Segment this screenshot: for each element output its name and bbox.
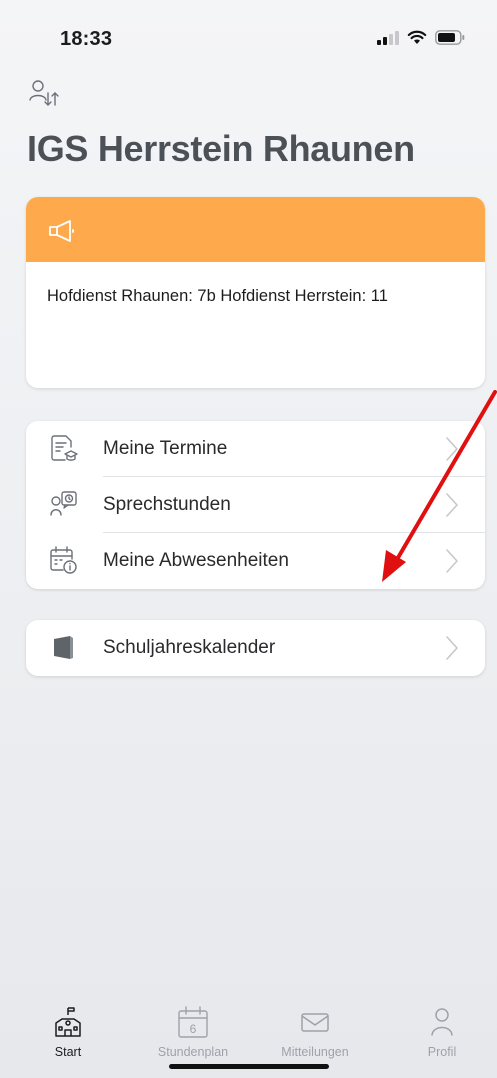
menu-group-calendar: Schuljahreskalender xyxy=(26,620,485,676)
megaphone-icon xyxy=(49,220,74,242)
battery-icon xyxy=(435,30,465,45)
menu-item-label: Meine Abwesenheiten xyxy=(103,550,289,571)
page-title: IGS Herrstein Rhaunen xyxy=(27,128,415,169)
home-indicator xyxy=(169,1064,329,1069)
tab-label: Stundenplan xyxy=(157,1045,229,1059)
menu-item-label: Meine Termine xyxy=(103,438,228,459)
calendar-day-icon: 6 xyxy=(178,1006,208,1038)
tab-label: Profil xyxy=(427,1045,457,1059)
switch-account-icon[interactable] xyxy=(28,78,64,114)
announcement-card[interactable]: Hofdienst Rhaunen: 7b Hofdienst Herrstei… xyxy=(26,197,485,388)
consultation-icon xyxy=(50,491,77,516)
tab-stundenplan[interactable]: 6 Stundenplan xyxy=(133,1005,253,1059)
status-time: 18:33 xyxy=(60,28,113,50)
calendar-info-icon xyxy=(50,546,77,574)
school-icon xyxy=(55,1007,81,1037)
chevron-right-icon xyxy=(446,636,458,660)
book-icon xyxy=(54,636,73,659)
cellular-signal-icon xyxy=(377,30,399,45)
menu-item-schuljahreskalender[interactable]: Schuljahreskalender xyxy=(26,620,485,676)
wifi-icon xyxy=(407,30,427,44)
tab-start[interactable]: Start xyxy=(8,1005,128,1059)
annotation-arrow xyxy=(382,390,497,582)
tab-label: Start xyxy=(54,1045,82,1059)
announcement-text: Hofdienst Rhaunen: 7b Hofdienst Herrstei… xyxy=(47,287,388,305)
status-icons xyxy=(377,30,465,45)
menu-item-label: Schuljahreskalender xyxy=(103,637,276,658)
menu-item-label: Sprechstunden xyxy=(103,494,231,515)
announcement-header xyxy=(26,197,485,262)
tab-label: Mitteilungen xyxy=(281,1045,349,1059)
calendar-graduation-icon xyxy=(51,435,78,461)
tab-profil[interactable]: Profil xyxy=(382,1005,497,1059)
person-icon xyxy=(431,1008,453,1036)
svg-text:6: 6 xyxy=(190,1022,197,1036)
envelope-icon xyxy=(301,1013,329,1032)
tab-bar: Start 6 Stundenplan Mitteilungen Profil xyxy=(0,1005,497,1065)
tab-mitteilungen[interactable]: Mitteilungen xyxy=(255,1005,375,1059)
